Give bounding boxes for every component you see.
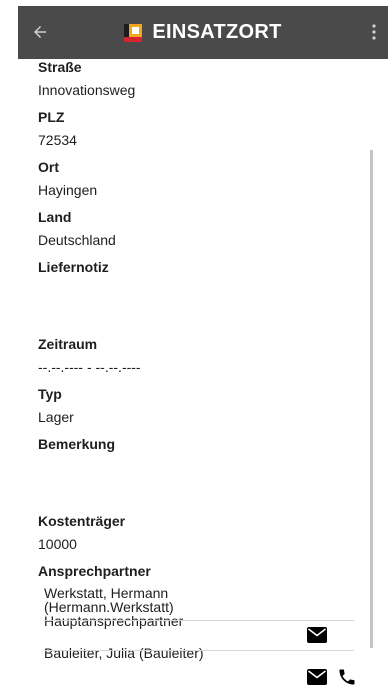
postal-code-label: PLZ — [38, 109, 65, 125]
call-button[interactable] — [336, 666, 358, 688]
city-value: Hayingen — [38, 182, 98, 198]
contact-name: Werkstatt, Hermann — [44, 585, 169, 601]
type-value: Lager — [38, 409, 74, 425]
overflow-menu-button[interactable] — [366, 20, 382, 44]
time-period-value: --.--.---- - --.--.---- — [38, 359, 141, 375]
back-button[interactable] — [28, 20, 52, 44]
country-value: Deutschland — [38, 232, 116, 248]
contact-divider — [44, 650, 354, 651]
contact-name: Bauleiter, Julia (Bauleiter) — [44, 645, 204, 661]
app-logo-icon — [124, 23, 143, 42]
app-bar: EINSATZORT — [18, 6, 388, 59]
contact-divider — [44, 620, 354, 621]
type-label: Typ — [38, 386, 62, 402]
delivery-note-value — [38, 282, 358, 309]
remark-value — [38, 459, 358, 486]
cost-bearer-label: Kostenträger — [38, 513, 126, 529]
contacts-label: Ansprechpartner — [38, 563, 151, 579]
mail-icon — [307, 669, 327, 685]
street-value: Innovationsweg — [38, 82, 136, 98]
remark-label: Bemerkung — [38, 436, 116, 452]
scrollbar-thumb[interactable] — [370, 150, 373, 648]
phone-icon — [339, 669, 355, 685]
cost-bearer-value: 10000 — [38, 536, 77, 552]
contact-username: (Hermann.Werkstatt) — [44, 599, 174, 615]
delivery-note-label: Liefernotiz — [38, 259, 109, 275]
email-button[interactable] — [306, 666, 328, 688]
more-vertical-icon — [372, 24, 376, 40]
postal-code-value: 72534 — [38, 132, 77, 148]
scrollbar[interactable] — [370, 150, 373, 648]
street-label: Straße — [38, 59, 82, 75]
contact-item: Werkstatt, Hermann (Hermann.Werkstatt) H… — [44, 586, 358, 646]
country-label: Land — [38, 209, 72, 225]
time-period-label: Zeitraum — [38, 336, 98, 352]
location-details: Straße Innovationsweg PLZ 72534 Ort Hayi… — [38, 59, 358, 685]
arrow-left-icon — [34, 26, 46, 38]
page-title: EINSATZORT — [152, 21, 282, 43]
mail-icon — [307, 627, 327, 643]
app-title-group: EINSATZORT — [18, 6, 388, 59]
email-button[interactable] — [306, 624, 328, 646]
city-label: Ort — [38, 159, 59, 175]
